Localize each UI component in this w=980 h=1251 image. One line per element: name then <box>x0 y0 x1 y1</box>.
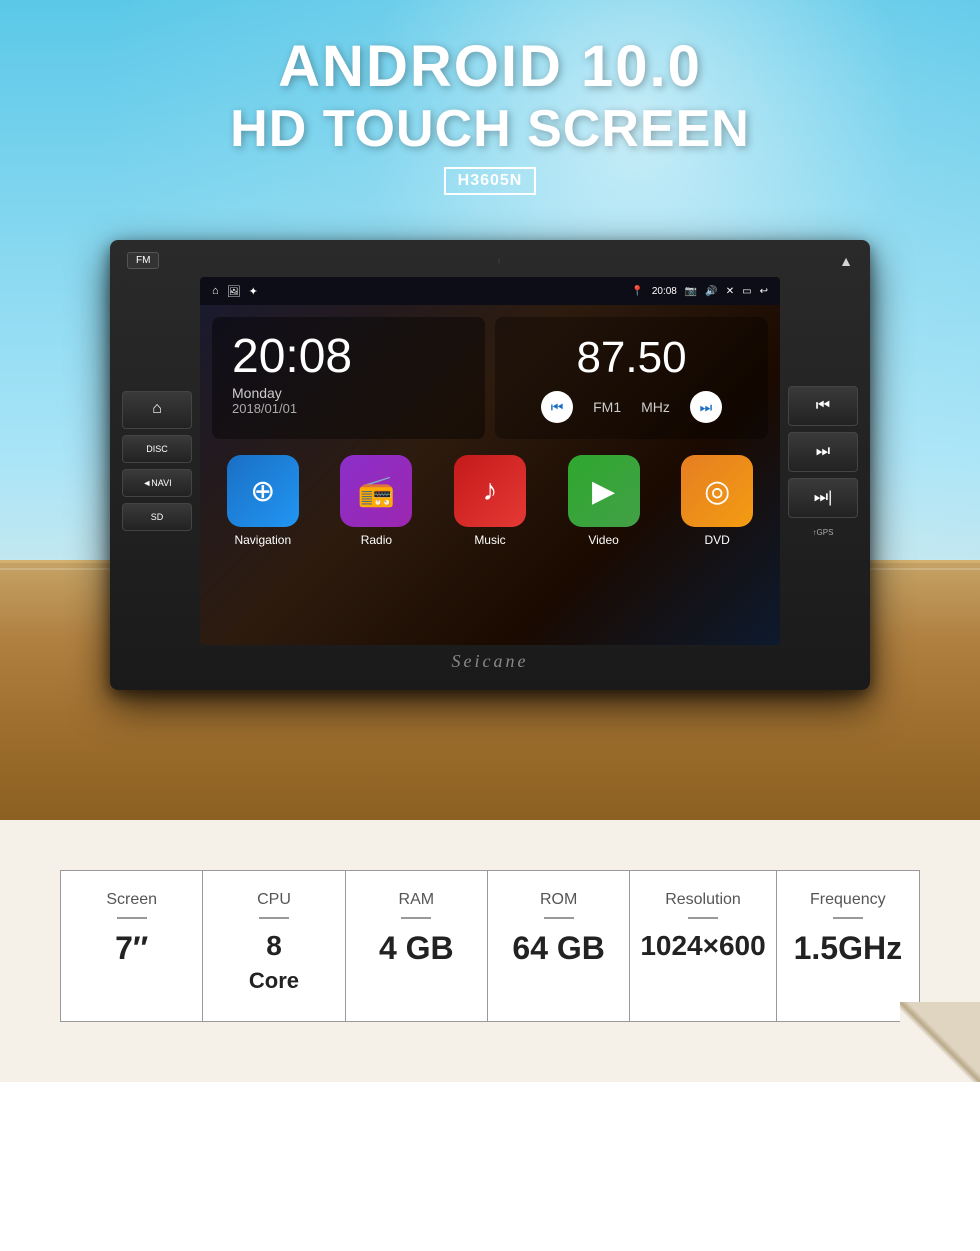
radio-band: FM1 <box>593 399 621 415</box>
rect-icon: ▭ <box>742 286 751 297</box>
spec-resolution-label: Resolution <box>640 891 765 909</box>
spec-frequency: Frequency 1.5GHz <box>777 871 919 1021</box>
gps-label: ↑GPS <box>788 528 858 537</box>
right-panel: ⏮ ⏭ ⏭| ↑GPS <box>788 277 858 645</box>
spec-screen-value: 7″ <box>71 929 192 967</box>
radio-frequency: 87.50 <box>576 333 686 383</box>
clock-widget: 20:08 Monday 2018/01/01 <box>212 317 485 439</box>
model-badge: H3605N <box>444 167 537 195</box>
statusbar-right: 📍 20:08 📷 🔊 ✕ ▭ ↩ <box>631 286 768 297</box>
app-navigation[interactable]: ⊕ Navigation <box>227 455 299 547</box>
cd-slot <box>498 258 500 264</box>
home-status-icon: ⌂ <box>212 285 219 297</box>
sd-label: SD <box>151 512 164 522</box>
spec-divider-6 <box>833 917 863 919</box>
close-icon: ✕ <box>726 286 734 297</box>
spec-ram-value: 4 GB <box>356 929 477 967</box>
spec-rom-label: ROM <box>498 891 619 909</box>
image-icon: 🖼 <box>227 285 241 298</box>
camera-icon: 📷 <box>685 286 697 297</box>
app-video[interactable]: ▶ Video <box>568 455 640 547</box>
spec-ram-label: RAM <box>356 891 477 909</box>
clock-time: 20:08 <box>232 333 465 381</box>
widget-row: 20:08 Monday 2018/01/01 87.50 ⏮ FM1 <box>212 317 768 439</box>
spec-screen: Screen 7″ <box>61 871 203 1021</box>
spec-cpu: CPU 8Core <box>203 871 345 1021</box>
screen-content: 20:08 Monday 2018/01/01 87.50 ⏮ FM1 <box>200 305 780 645</box>
radio-controls: ⏮ FM1 MHz ⏭ <box>541 391 722 423</box>
radio-icon: 📻 <box>340 455 412 527</box>
spec-screen-label: Screen <box>71 891 192 909</box>
app-radio[interactable]: 📻 Radio <box>340 455 412 547</box>
media-step-button[interactable]: ⏭| <box>788 478 858 518</box>
stereo-unit: FM ▲ ⌂ DISC ◄NAVI <box>110 240 870 690</box>
dvd-icon: ◎ <box>681 455 753 527</box>
radio-next-button[interactable]: ⏭ <box>690 391 722 423</box>
video-label: Video <box>588 533 618 547</box>
hero-title-line1: ANDROID 10.0 <box>0 35 980 99</box>
specs-section: Screen 7″ CPU 8Core RAM 4 GB ROM 64 GB R… <box>0 820 980 1082</box>
home-icon: ⌂ <box>127 400 187 418</box>
signal-icon: ✦ <box>249 285 258 298</box>
disc-button[interactable]: DISC <box>122 435 192 463</box>
spec-divider-2 <box>259 917 289 919</box>
spec-divider-5 <box>688 917 718 919</box>
eject-button[interactable]: ▲ <box>839 253 853 269</box>
music-label: Music <box>474 533 505 547</box>
spec-frequency-label: Frequency <box>787 891 909 909</box>
hero-section: ANDROID 10.0 HD TOUCH SCREEN H3605N FM ▲… <box>0 0 980 820</box>
navi-label: ◄NAVI <box>142 478 171 488</box>
spec-divider <box>117 917 147 919</box>
clock-date: 2018/01/01 <box>232 401 465 416</box>
sd-button[interactable]: SD <box>122 503 192 531</box>
home-button[interactable]: ⌂ <box>122 391 192 429</box>
music-icon: ♪ <box>454 455 526 527</box>
location-icon: 📍 <box>631 286 643 297</box>
media-ff-button[interactable]: ⏭ <box>788 432 858 472</box>
app-dvd[interactable]: ◎ DVD <box>681 455 753 547</box>
radio-prev-button[interactable]: ⏮ <box>541 391 573 423</box>
spec-resolution-value: 1024×600 <box>640 929 765 963</box>
video-icon: ▶ <box>568 455 640 527</box>
radio-widget: 87.50 ⏮ FM1 MHz ⏭ <box>495 317 768 439</box>
spec-frequency-value: 1.5GHz <box>787 929 909 967</box>
brand-name: Seicane <box>452 651 529 671</box>
fm-label: FM <box>127 252 159 269</box>
stereo-body: ⌂ DISC ◄NAVI SD <box>122 277 858 645</box>
hero-title-line2: HD TOUCH SCREEN <box>0 99 980 159</box>
status-time: 20:08 <box>652 286 677 297</box>
spec-divider-3 <box>401 917 431 919</box>
statusbar-left: ⌂ 🖼 ✦ <box>212 285 258 298</box>
app-music[interactable]: ♪ Music <box>454 455 526 547</box>
title-block: ANDROID 10.0 HD TOUCH SCREEN H3605N <box>0 35 980 195</box>
navigation-icon: ⊕ <box>227 455 299 527</box>
app-icons-row: ⊕ Navigation 📻 Radio ♪ Music <box>212 455 768 547</box>
spec-ram: RAM 4 GB <box>346 871 488 1021</box>
radio-app-label: Radio <box>361 533 392 547</box>
brand-bar: Seicane <box>122 645 858 678</box>
spec-divider-4 <box>544 917 574 919</box>
back-icon: ↩ <box>760 286 768 297</box>
disc-label: DISC <box>146 444 168 454</box>
volume-icon: 🔊 <box>705 286 717 297</box>
clock-day: Monday <box>232 385 465 401</box>
dvd-label: DVD <box>705 533 730 547</box>
spec-resolution: Resolution 1024×600 <box>630 871 776 1021</box>
spec-rom-value: 64 GB <box>498 929 619 967</box>
radio-unit: MHz <box>641 399 670 415</box>
navigation-label: Navigation <box>234 533 291 547</box>
navi-button[interactable]: ◄NAVI <box>122 469 192 497</box>
left-panel: ⌂ DISC ◄NAVI SD <box>122 277 192 645</box>
screen-area: ⌂ 🖼 ✦ 📍 20:08 📷 🔊 ✕ ▭ ↩ <box>200 277 780 645</box>
spec-cpu-label: CPU <box>213 891 334 909</box>
specs-grid: Screen 7″ CPU 8Core RAM 4 GB ROM 64 GB R… <box>60 870 920 1022</box>
android-statusbar: ⌂ 🖼 ✦ 📍 20:08 📷 🔊 ✕ ▭ ↩ <box>200 277 780 305</box>
spec-rom: ROM 64 GB <box>488 871 630 1021</box>
stereo-container: FM ▲ ⌂ DISC ◄NAVI <box>110 240 870 690</box>
media-prev-button[interactable]: ⏮ <box>788 386 858 426</box>
stereo-top-bar: FM ▲ <box>122 252 858 269</box>
spec-cpu-value: 8Core <box>213 929 334 996</box>
